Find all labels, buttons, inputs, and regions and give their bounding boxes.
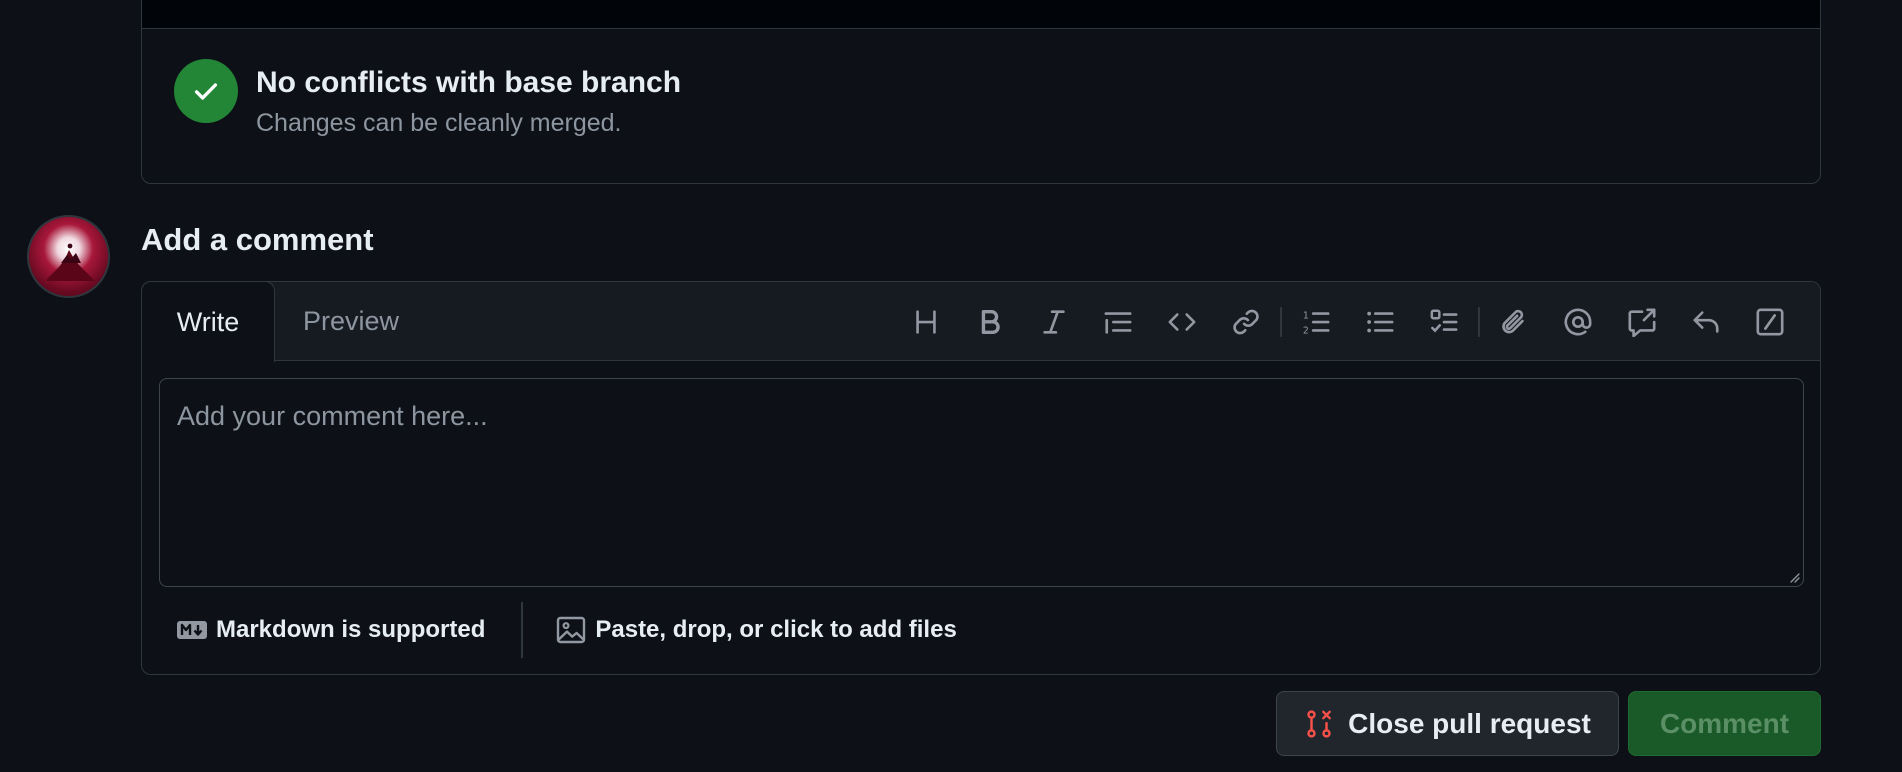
tab-write[interactable]: Write (141, 281, 275, 362)
comment-submit-button[interactable]: Comment (1628, 691, 1821, 756)
unordered-list-icon[interactable] (1348, 290, 1412, 354)
editor-footer: Markdown is supported Paste, drop, or cl… (176, 602, 957, 658)
markdown-supported-label: Markdown is supported (216, 616, 486, 643)
reference-icon[interactable] (1610, 290, 1674, 354)
comment-textarea[interactable] (160, 379, 1803, 586)
svg-text:1: 1 (1303, 310, 1309, 321)
markdown-supported-link[interactable]: Markdown is supported (176, 616, 485, 644)
merge-status-row: No conflicts with base branch Changes ca… (174, 59, 681, 138)
markdown-icon (177, 621, 207, 639)
bold-icon[interactable] (958, 290, 1022, 354)
git-pull-request-closed-icon (1307, 709, 1332, 738)
previous-section-strip (142, 0, 1820, 29)
reply-icon[interactable] (1674, 290, 1738, 354)
code-icon[interactable] (1150, 290, 1214, 354)
comment-box: Write Preview 12 Add your comment here..… (141, 281, 1821, 675)
markdown-toolbar: 12 (894, 282, 1802, 361)
close-pull-request-label: Close pull request (1348, 707, 1591, 739)
heading-icon[interactable] (894, 290, 958, 354)
task-list-icon[interactable] (1412, 290, 1476, 354)
merge-status-box: No conflicts with base branch Changes ca… (141, 0, 1821, 184)
toolbar-divider (1280, 306, 1282, 337)
editor-tabbar: Write Preview 12 (141, 281, 1820, 362)
numbered-list-icon[interactable]: 12 (1284, 290, 1348, 354)
comment-textarea-wrapper (159, 378, 1804, 587)
quote-icon[interactable] (1086, 290, 1150, 354)
image-icon (557, 616, 586, 644)
merge-status-subtitle: Changes can be cleanly merged. (256, 109, 622, 137)
toolbar-divider (1478, 306, 1480, 337)
tab-preview[interactable]: Preview (286, 282, 416, 361)
avatar[interactable] (27, 215, 110, 298)
add-files-label: Paste, drop, or click to add files (595, 616, 957, 643)
slash-command-icon[interactable] (1738, 290, 1802, 354)
add-files-button[interactable]: Paste, drop, or click to add files (555, 614, 957, 646)
footer-divider (521, 602, 524, 658)
merge-status-title: No conflicts with base branch (256, 66, 682, 99)
resize-grip-icon[interactable] (1786, 569, 1800, 583)
close-pull-request-button[interactable]: Close pull request (1276, 691, 1619, 756)
mention-icon[interactable] (1546, 290, 1610, 354)
attach-icon[interactable] (1482, 290, 1546, 354)
link-icon[interactable] (1214, 290, 1278, 354)
italic-icon[interactable] (1022, 290, 1086, 354)
comment-heading: Add a comment (141, 222, 374, 257)
svg-text:2: 2 (1303, 325, 1309, 336)
check-icon (174, 59, 238, 123)
